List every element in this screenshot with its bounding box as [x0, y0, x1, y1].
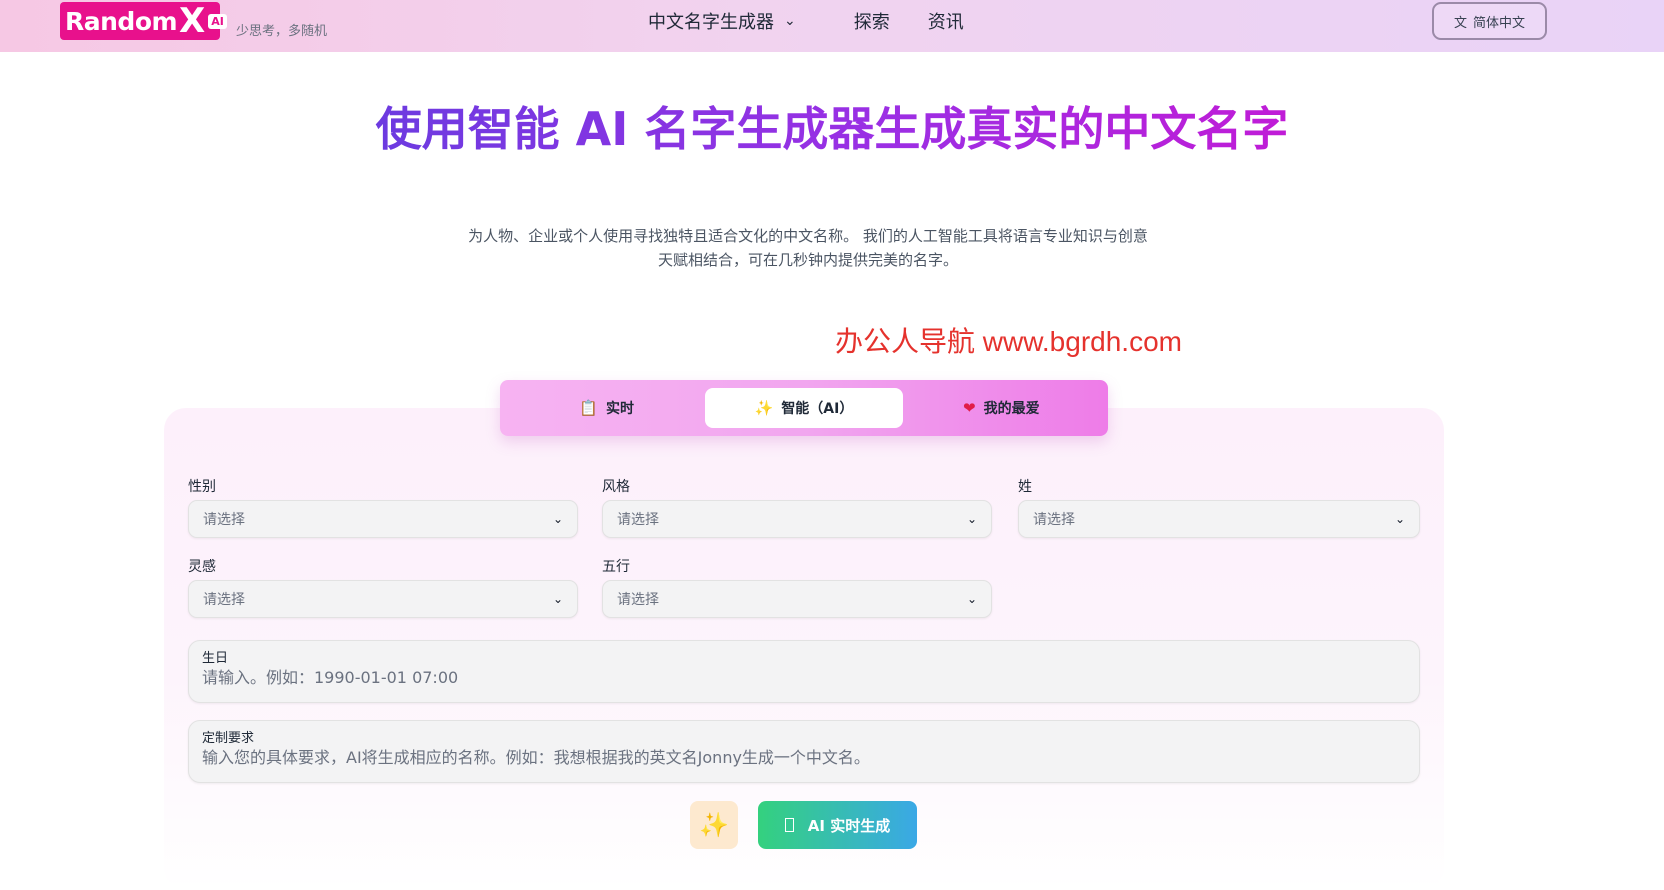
- watermark-text: 办公人导航 www.bgrdh.com: [835, 326, 1182, 357]
- inspiration-label: 灵感: [188, 559, 216, 575]
- chevron-down-icon: ⌄: [784, 13, 796, 29]
- logo-ai-badge: AI: [208, 13, 227, 29]
- clipboard-icon: 📋: [579, 399, 598, 417]
- top-header: Random X AI 少思考，多随机 中文名字生成器 ⌄ 探索 资讯 文 简体…: [0, 0, 1664, 52]
- chevron-down-icon: ⌄: [552, 512, 563, 526]
- page-title: 使用智能 AI 名字生成器生成真实的中文名字: [360, 105, 1304, 153]
- nav-explore[interactable]: 探索: [854, 8, 890, 34]
- tab-favorites[interactable]: ❤ 我的最爱: [903, 388, 1100, 428]
- translate-icon: 文: [1453, 15, 1467, 31]
- heart-icon: ❤: [963, 399, 976, 417]
- page-subtitle: 为人物、企业或个人使用寻找独特且适合文化的中文名称。 我们的人工智能工具将语言专…: [468, 227, 1148, 269]
- custom-requirement-placeholder: 输入您的具体要求，AI将生成相应的名称。例如：我想根据我的英文名Jonny生成一…: [202, 748, 870, 767]
- tab-realtime-label: 实时: [606, 401, 634, 417]
- gender-select-value: 请选择: [203, 512, 245, 528]
- mode-tabs: 📋 实时 ✨ 智能（AI） ❤ 我的最爱: [500, 380, 1108, 436]
- surname-select[interactable]: 请选择 ⌄: [1018, 500, 1420, 538]
- inspiration-select-value: 请选择: [203, 592, 245, 608]
- sparkle-wand-icon: ✨: [754, 399, 774, 417]
- tab-realtime[interactable]: 📋 实时: [508, 388, 705, 428]
- language-label: 简体中文: [1473, 15, 1526, 31]
- style-select[interactable]: 请选择 ⌄: [602, 500, 992, 538]
- magic-sparkle-button[interactable]: ✨: [690, 801, 738, 849]
- birthday-placeholder: 请输入。例如：1990-01-01 07:00: [202, 668, 459, 687]
- chevron-down-icon: ⌄: [966, 512, 977, 526]
- nav-explore-label: 探索: [853, 12, 890, 33]
- main-nav: 中文名字生成器 ⌄ 探索 资讯: [648, 8, 964, 34]
- five-elements-label: 五行: [602, 559, 630, 575]
- nav-news[interactable]: 资讯: [928, 8, 964, 34]
- language-button[interactable]: 文 简体中文: [1432, 2, 1547, 40]
- birthday-input[interactable]: 生日 请输入。例如：1990-01-01 07:00: [188, 640, 1420, 703]
- sparkle-icon: ✨: [699, 811, 729, 839]
- logo-x: X: [179, 1, 206, 41]
- five-elements-select[interactable]: 请选择 ⌄: [602, 580, 992, 618]
- ai-generate-label: AI 实时生成: [807, 816, 891, 835]
- five-elements-select-value: 请选择: [617, 592, 659, 608]
- birthday-label: 生日: [202, 651, 229, 666]
- custom-requirement-input[interactable]: 定制要求 输入您的具体要求，AI将生成相应的名称。例如：我想根据我的英文名Jon…: [188, 720, 1420, 783]
- style-select-value: 请选择: [617, 512, 659, 528]
- tab-ai[interactable]: ✨ 智能（AI）: [705, 388, 903, 428]
- logo-text: Random: [65, 6, 178, 36]
- chevron-down-icon: ⌄: [966, 592, 977, 606]
- nav-name-generator[interactable]: 中文名字生成器 ⌄: [648, 8, 796, 34]
- slogan: 少思考，多随机: [236, 24, 328, 39]
- ai-generate-button[interactable]: AI 实时生成: [758, 801, 917, 849]
- tab-favorites-label: 我的最爱: [983, 401, 1040, 417]
- gender-select[interactable]: 请选择 ⌄: [188, 500, 578, 538]
- nav-news-label: 资讯: [927, 12, 964, 33]
- logo[interactable]: Random X AI: [60, 1, 227, 41]
- tab-ai-label: 智能（AI）: [781, 401, 854, 417]
- custom-requirement-label: 定制要求: [202, 731, 255, 746]
- inspiration-select[interactable]: 请选择 ⌄: [188, 580, 578, 618]
- chevron-down-icon: ⌄: [1394, 512, 1405, 526]
- style-label: 风格: [602, 479, 630, 495]
- gender-label: 性别: [188, 479, 216, 495]
- surname-label: 姓: [1018, 479, 1032, 495]
- nav-name-generator-label: 中文名字生成器: [648, 12, 774, 33]
- surname-select-value: 请选择: [1033, 512, 1075, 528]
- chevron-down-icon: ⌄: [552, 592, 563, 606]
- generate-icon: [784, 818, 794, 832]
